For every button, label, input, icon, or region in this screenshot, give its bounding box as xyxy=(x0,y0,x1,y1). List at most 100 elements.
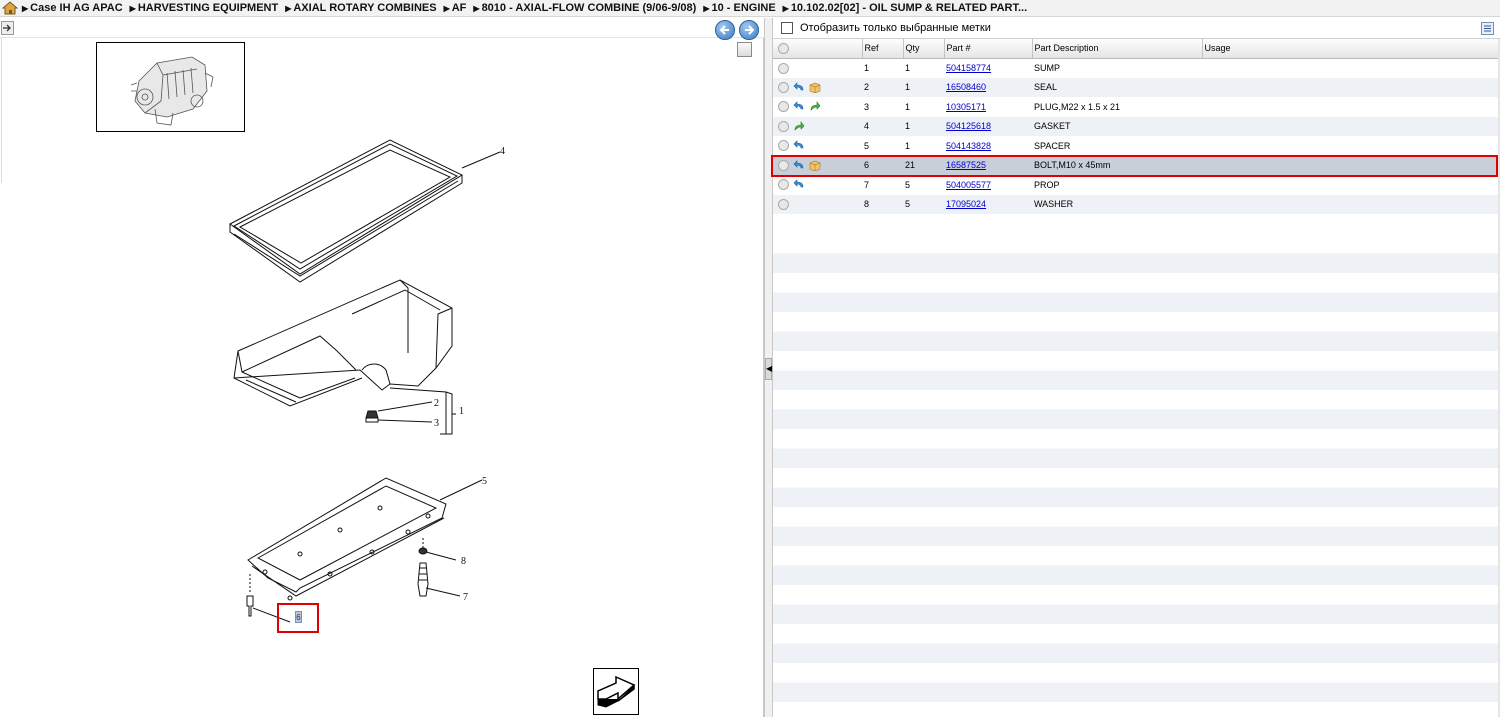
column-header-qty[interactable]: Qty xyxy=(903,39,945,59)
cell-part: 504143828 xyxy=(944,136,1032,156)
breadcrumb-item-model[interactable]: ▶ 8010 - AXIAL-FLOW COMBINE (9/06-9/08) xyxy=(473,2,696,14)
back-arrow-icon[interactable] xyxy=(793,140,805,151)
table-row[interactable]: 7 5 504005577 PROP xyxy=(773,175,1500,195)
cell-part: 504005577 xyxy=(944,175,1032,195)
row-select-icon[interactable] xyxy=(778,62,789,74)
callout-label: 7 xyxy=(463,592,468,603)
breadcrumb-item-series[interactable]: ▶ AF xyxy=(444,2,467,14)
select-all-icon xyxy=(778,42,789,54)
row-actions xyxy=(773,77,862,97)
part-number-link[interactable]: 17095024 xyxy=(946,199,986,209)
show-selected-checkbox[interactable] xyxy=(781,22,793,34)
breadcrumb-item-section[interactable]: ▶ 10 - ENGINE xyxy=(703,2,775,14)
breadcrumb-item-type[interactable]: ▶ AXIAL ROTARY COMBINES xyxy=(285,2,436,14)
cell-part: 16587525 xyxy=(944,155,1032,175)
back-arrow-icon[interactable] xyxy=(793,179,805,190)
panel-splitter[interactable]: ◀ xyxy=(764,18,773,717)
cell-ref: 6 xyxy=(862,155,903,175)
row-actions xyxy=(773,116,862,136)
back-arrow-icon[interactable] xyxy=(793,82,805,93)
select-all-header[interactable] xyxy=(773,39,863,59)
parts-list-panel: Отобразить только выбранные метки Ref Qt… xyxy=(773,18,1500,717)
cell-description: PLUG,M22 x 1.5 x 21 xyxy=(1032,97,1202,117)
part-number-link[interactable]: 504125618 xyxy=(946,121,991,131)
row-select-icon[interactable] xyxy=(778,81,789,93)
cell-usage xyxy=(1202,194,1500,214)
column-header-description[interactable]: Part Description xyxy=(1032,39,1203,59)
cell-usage xyxy=(1202,175,1500,195)
part-number-link[interactable]: 10305171 xyxy=(946,102,986,112)
back-arrow-icon[interactable] xyxy=(793,160,805,171)
list-view-icon[interactable] xyxy=(1481,22,1494,35)
cell-usage xyxy=(1202,77,1500,97)
callout-label: 3 xyxy=(434,418,439,429)
show-selected-label: Отобразить только выбранные метки xyxy=(800,22,991,34)
spacer-frame-drawing[interactable] xyxy=(247,477,447,601)
forward-arrow-icon[interactable] xyxy=(809,101,821,112)
cell-qty: 21 xyxy=(903,155,944,175)
home-icon[interactable] xyxy=(2,1,18,15)
table-row[interactable]: 6 21 16587525 BOLT,M10 x 45mm xyxy=(773,155,1500,175)
column-header-ref[interactable]: Ref xyxy=(862,39,904,59)
row-actions xyxy=(773,136,862,156)
cell-ref: 1 xyxy=(862,58,903,78)
washer-prop-drawing[interactable] xyxy=(417,547,429,597)
sump-drawing[interactable] xyxy=(233,279,453,407)
part-number-link[interactable]: 504005577 xyxy=(946,180,991,190)
row-select-icon[interactable] xyxy=(778,120,789,132)
column-header-part[interactable]: Part # xyxy=(944,39,1033,59)
part-number-link[interactable]: 16508460 xyxy=(946,82,986,92)
cell-qty: 1 xyxy=(903,77,944,97)
row-select-icon[interactable] xyxy=(778,140,789,152)
cell-usage xyxy=(1202,97,1500,117)
table-row[interactable]: 5 1 504143828 SPACER xyxy=(773,136,1500,156)
table-row[interactable]: 2 1 16508460 SEAL xyxy=(773,77,1500,97)
row-select-icon[interactable] xyxy=(778,198,789,210)
breadcrumb-item-brand[interactable]: ▶ Case IH AG APAC xyxy=(22,2,123,14)
breadcrumb-item-category[interactable]: ▶ HARVESTING EQUIPMENT xyxy=(130,2,279,14)
collapse-handle[interactable]: ◀ xyxy=(765,358,772,380)
callout-label: 4 xyxy=(500,146,505,157)
cell-part: 17095024 xyxy=(944,194,1032,214)
callout-label: 5 xyxy=(482,476,487,487)
table-row[interactable]: 1 1 504158774 SUMP xyxy=(773,58,1500,78)
cell-qty: 1 xyxy=(903,116,944,136)
plug-drawing[interactable] xyxy=(365,410,379,423)
column-header-usage[interactable]: Usage xyxy=(1202,39,1500,59)
row-select-icon[interactable] xyxy=(778,101,789,113)
diagram-panel: 4 2 1 3 5 8 7 6 xyxy=(0,18,764,717)
table-empty-area xyxy=(773,234,1500,717)
callout-label: 8 xyxy=(461,556,466,567)
row-select-icon[interactable] xyxy=(778,179,789,191)
big-forward-arrow-icon xyxy=(597,675,636,708)
cell-qty: 5 xyxy=(903,175,944,195)
table-row[interactable]: 3 1 10305171 PLUG,M22 x 1.5 x 21 xyxy=(773,97,1500,117)
forward-arrow-icon[interactable] xyxy=(793,120,805,132)
cell-ref: 8 xyxy=(862,194,903,214)
breadcrumb-item-page[interactable]: ▶ 10.102.02[02] - OIL SUMP & RELATED PART… xyxy=(783,2,1028,14)
cell-usage xyxy=(1202,58,1500,78)
table-row[interactable]: 4 1 504125618 GASKET xyxy=(773,116,1500,136)
box-icon[interactable] xyxy=(809,160,821,172)
cell-ref: 7 xyxy=(862,175,903,195)
cell-usage xyxy=(1202,116,1500,136)
parts-table: Ref Qty Part # Part Description Usage 11… xyxy=(773,39,1500,214)
row-actions xyxy=(773,58,862,78)
cell-ref: 4 xyxy=(862,116,903,136)
callout-ref-6[interactable]: 6 xyxy=(295,611,302,623)
box-icon[interactable] xyxy=(809,82,821,94)
cell-ref: 2 xyxy=(862,77,903,97)
part-number-link[interactable]: 504158774 xyxy=(946,63,991,73)
part-number-link[interactable]: 16587525 xyxy=(946,160,986,170)
forward-arrow-button[interactable] xyxy=(593,668,639,715)
filter-bar: Отобразить только выбранные метки xyxy=(773,18,1500,39)
row-select-icon[interactable] xyxy=(778,159,789,171)
cell-part: 504158774 xyxy=(944,58,1032,78)
cell-description: WASHER xyxy=(1032,194,1202,214)
gasket-drawing[interactable] xyxy=(229,139,464,283)
table-row[interactable]: 8 5 17095024 WASHER xyxy=(773,194,1500,214)
bolt-drawing[interactable] xyxy=(246,595,254,617)
cell-description: SEAL xyxy=(1032,77,1202,97)
back-arrow-icon[interactable] xyxy=(793,101,805,112)
part-number-link[interactable]: 504143828 xyxy=(946,141,991,151)
